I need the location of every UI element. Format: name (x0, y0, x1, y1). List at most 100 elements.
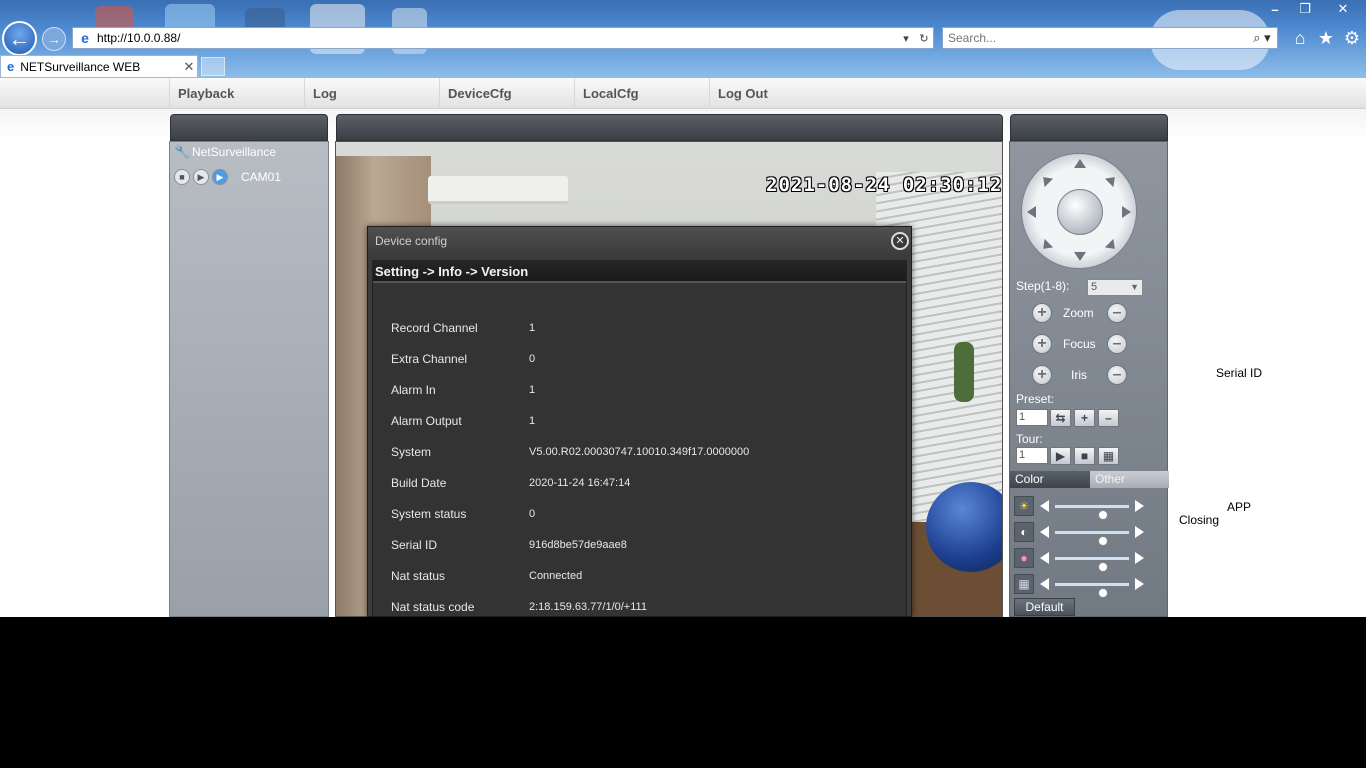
table-row: Build Date 2020-11-24 16:47:14 (391, 467, 891, 498)
close-window-button[interactable]: ✕ (1320, 0, 1366, 18)
address-dropdown-icon[interactable]: ▾ (897, 32, 915, 45)
ptz-up-right-icon[interactable] (1104, 172, 1120, 188)
tab-other[interactable]: Other (1090, 471, 1169, 488)
preset-input[interactable]: 1 (1016, 409, 1048, 426)
decrease-arrow-icon[interactable] (1040, 578, 1049, 590)
forward-button[interactable]: → (42, 27, 66, 51)
increase-arrow-icon[interactable] (1135, 578, 1144, 590)
stray-serial-id-text: Serial ID (1216, 366, 1263, 380)
focus-near-button[interactable]: + (1032, 334, 1052, 354)
dialog-titlebar[interactable]: Device config ✕ (368, 227, 911, 255)
slider-track[interactable] (1055, 531, 1129, 546)
decrease-arrow-icon[interactable] (1040, 500, 1049, 512)
tab-close-icon[interactable]: ✕ (181, 59, 197, 75)
slider-thumb[interactable] (1098, 562, 1109, 572)
preset-remove-button[interactable]: – (1098, 409, 1119, 427)
focus-far-button[interactable]: – (1107, 334, 1127, 354)
info-label: Nat status code (391, 599, 475, 614)
info-value: 0 (529, 507, 536, 520)
ptz-direction-pad[interactable] (1021, 153, 1137, 269)
breadcrumb: Setting -> Info -> Version (373, 261, 906, 283)
tour-start-button[interactable]: ▶ (1050, 447, 1071, 465)
slider-thumb[interactable] (1098, 588, 1109, 598)
right-panel-header (1010, 114, 1168, 141)
slider-track[interactable] (1055, 583, 1129, 598)
favorites-star-icon[interactable]: ★ (1316, 28, 1336, 48)
tree-channel-cam01[interactable]: ■ ▶ ▶ CAM01 (174, 169, 281, 185)
tour-grid-button[interactable]: ▦ (1098, 447, 1119, 465)
device-config-dialog: Device config ✕ Setting -> Info -> Versi… (367, 226, 912, 617)
ptz-down-left-icon[interactable] (1038, 238, 1054, 254)
info-label: Serial ID (391, 537, 438, 552)
increase-arrow-icon[interactable] (1135, 500, 1144, 512)
slider-thumb[interactable] (1098, 510, 1109, 520)
play-icon[interactable]: ▶ (193, 169, 209, 185)
zoom-out-button[interactable]: – (1107, 303, 1127, 323)
play-stream-icon[interactable]: ▶ (212, 169, 228, 185)
table-row: System status 0 (391, 498, 891, 529)
nav-localcfg[interactable]: LocalCfg (574, 78, 705, 109)
refresh-icon[interactable]: ↻ (915, 32, 933, 45)
decrease-arrow-icon[interactable] (1040, 526, 1049, 538)
search-icon[interactable]: ⌕ ▾ (1247, 30, 1277, 46)
step-select[interactable]: 5 ▼ (1087, 279, 1143, 296)
ptz-up-icon[interactable] (1074, 159, 1086, 168)
tour-stop-button[interactable]: ■ (1074, 447, 1095, 465)
grid-icon: ▦ (1102, 449, 1115, 463)
info-value: 2020-11-24 16:47:14 (529, 476, 631, 489)
swap-icon: ⇆ (1055, 411, 1066, 425)
gear-icon[interactable]: ⚙ (1342, 28, 1362, 48)
nav-logout[interactable]: Log Out (709, 78, 840, 109)
decrease-arrow-icon[interactable] (1040, 552, 1049, 564)
ptz-down-icon[interactable] (1074, 252, 1086, 261)
zoom-in-button[interactable]: + (1032, 303, 1052, 323)
search-input[interactable] (948, 31, 1247, 45)
browser-tab[interactable]: e NETSurveillance WEB ✕ (0, 55, 198, 77)
ptz-up-left-icon[interactable] (1038, 172, 1054, 188)
ptz-down-right-icon[interactable] (1104, 238, 1120, 254)
info-label: System status (391, 506, 467, 521)
slider-track[interactable] (1055, 557, 1129, 572)
back-button[interactable]: ← (2, 21, 37, 56)
address-bar[interactable]: e http://10.0.0.88/ ▾ ↻ (72, 27, 934, 49)
browser-chrome: – ❐ ✕ ← → e http://10.0.0.88/ ▾ ↻ ⌕ ▾ ⌂ … (0, 0, 1366, 78)
iris-open-button[interactable]: + (1032, 365, 1052, 385)
brightness-slider[interactable]: ☀ (1014, 496, 1164, 520)
stop-icon: ■ (1080, 449, 1089, 463)
nav-playback[interactable]: Playback (169, 78, 302, 109)
tab-color[interactable]: Color (1010, 471, 1090, 488)
info-value: 1 (529, 383, 536, 396)
preset-goto-button[interactable]: ⇆ (1050, 409, 1071, 427)
hue-slider[interactable]: ▦ (1014, 574, 1164, 598)
ptz-center-button[interactable] (1057, 189, 1103, 235)
ptz-left-icon[interactable] (1027, 206, 1036, 218)
hue-icon: ▦ (1014, 574, 1034, 594)
tree-root[interactable]: 🔧 NetSurveillance (174, 144, 276, 160)
info-label: Extra Channel (391, 351, 468, 366)
info-value: 1 (529, 414, 536, 427)
dialog-close-icon[interactable]: ✕ (891, 232, 909, 250)
stop-icon[interactable]: ■ (174, 169, 190, 185)
default-button[interactable]: Default (1014, 598, 1075, 616)
search-bar[interactable]: ⌕ ▾ (942, 27, 1278, 49)
new-tab-button[interactable] (201, 57, 225, 76)
increase-arrow-icon[interactable] (1135, 526, 1144, 538)
increase-arrow-icon[interactable] (1135, 552, 1144, 564)
play-icon: ▶ (1055, 449, 1066, 463)
tour-input[interactable]: 1 (1016, 447, 1048, 464)
nav-devicecfg[interactable]: DeviceCfg (439, 78, 570, 109)
slider-track[interactable] (1055, 505, 1129, 520)
home-icon[interactable]: ⌂ (1290, 28, 1310, 48)
ptz-right-icon[interactable] (1122, 206, 1131, 218)
restore-button[interactable]: ❐ (1290, 0, 1320, 18)
contrast-slider[interactable]: ◐ (1014, 522, 1164, 546)
camera-scene-ac (428, 176, 568, 204)
slider-thumb[interactable] (1098, 536, 1109, 546)
saturation-slider[interactable]: ● (1014, 548, 1164, 572)
address-url[interactable]: http://10.0.0.88/ (97, 31, 897, 45)
nav-log[interactable]: Log (304, 78, 435, 109)
preset-add-button[interactable]: + (1074, 409, 1095, 427)
iris-close-button[interactable]: – (1107, 365, 1127, 385)
minimize-button[interactable]: – (1260, 0, 1290, 18)
version-info-table: Record Channel 1 Extra Channel 0 Alarm In 1 Al… (391, 312, 891, 616)
